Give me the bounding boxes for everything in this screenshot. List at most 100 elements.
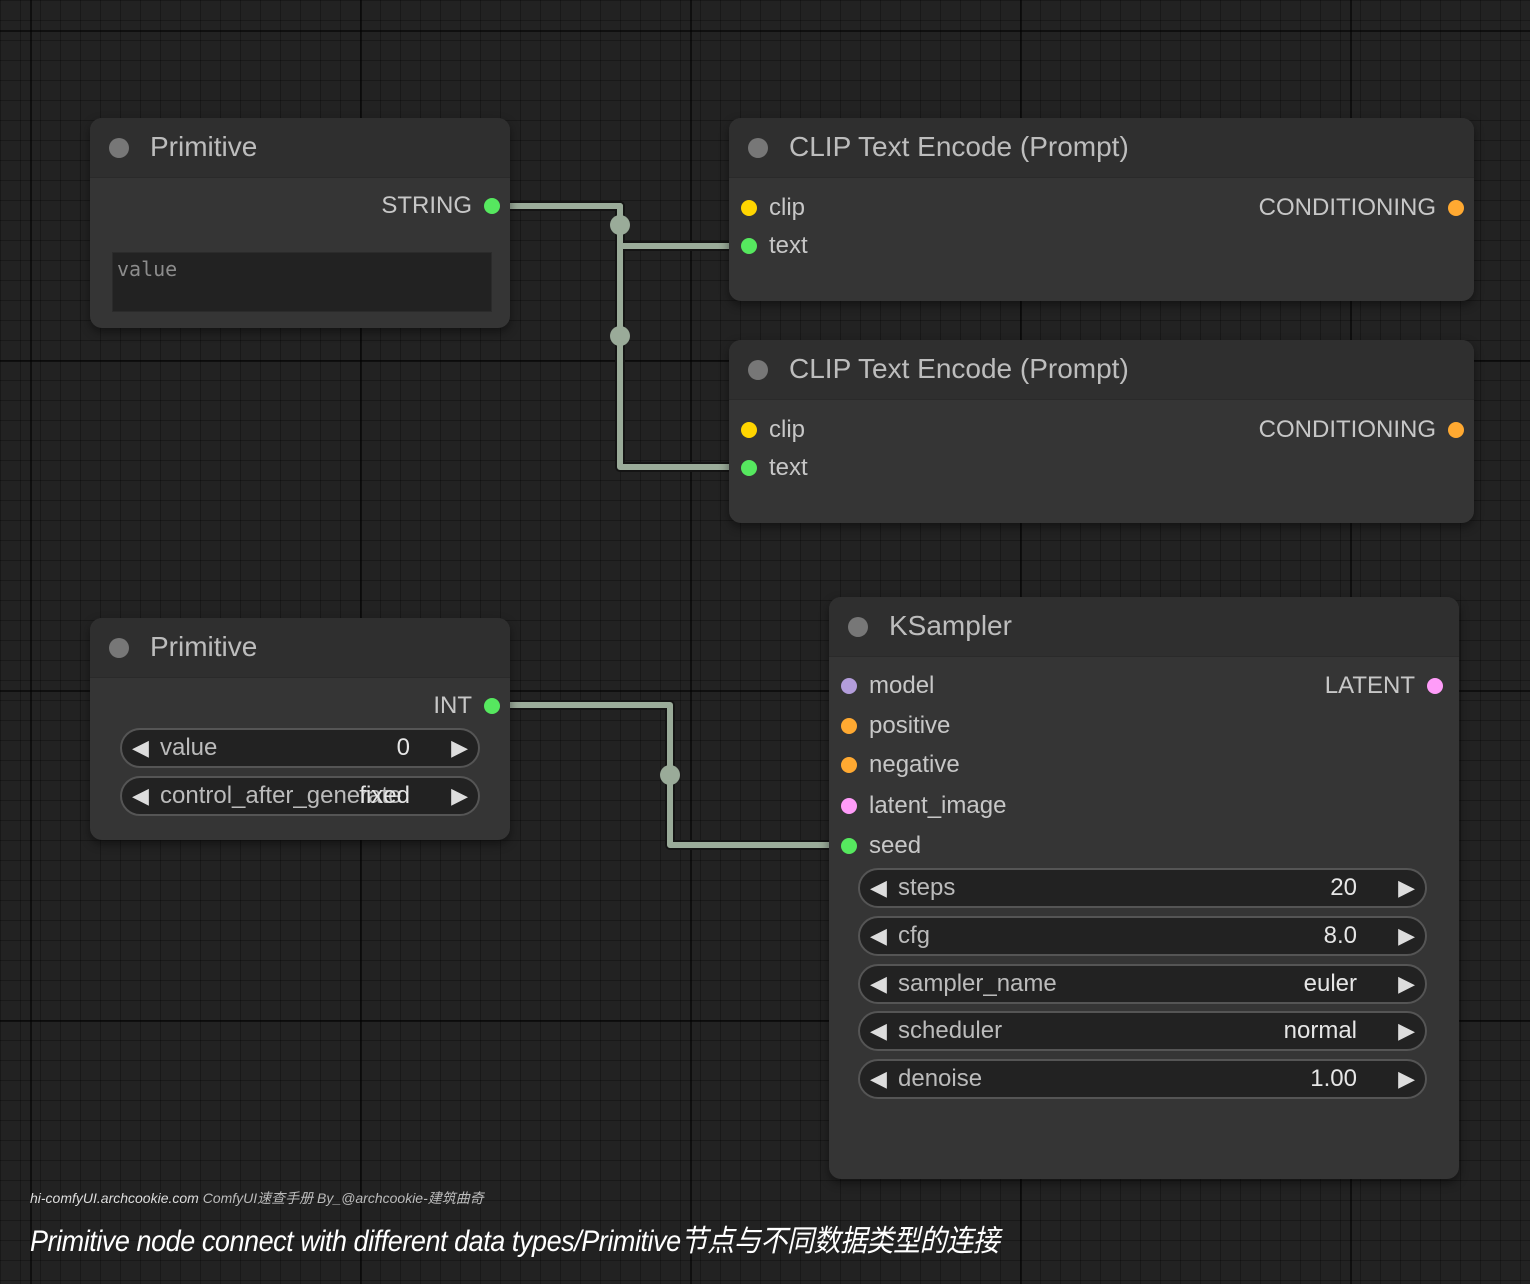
collapse-dot-icon[interactable]: [848, 617, 868, 637]
negative-slot-icon[interactable]: [841, 757, 857, 773]
output-label: CONDITIONING: [1258, 194, 1436, 221]
node-header[interactable]: KSampler: [829, 597, 1459, 657]
node-title: KSampler: [889, 610, 1012, 641]
input-slot-latent-image[interactable]: latent_image: [841, 791, 1061, 821]
node-title: CLIP Text Encode (Prompt): [789, 131, 1129, 162]
node-header[interactable]: CLIP Text Encode (Prompt): [729, 118, 1474, 178]
increment-arrow-icon[interactable]: ▶: [1398, 1061, 1415, 1097]
increment-arrow-icon[interactable]: ▶: [1398, 966, 1415, 1002]
input-label: clip: [769, 194, 806, 221]
link-int-to-seed: [500, 700, 841, 850]
string-slot-icon[interactable]: [484, 198, 500, 214]
clip-slot-icon[interactable]: [741, 200, 757, 216]
positive-slot-icon[interactable]: [841, 718, 857, 734]
input-slot-model[interactable]: model: [841, 671, 1061, 701]
increment-arrow-icon[interactable]: ▶: [451, 730, 468, 766]
conditioning-slot-icon[interactable]: [1448, 200, 1464, 216]
output-slot-int[interactable]: INT: [300, 691, 500, 721]
text-slot-icon[interactable]: [741, 238, 757, 254]
link-string-to-text-2: [500, 201, 741, 472]
output-slot-latent[interactable]: LATENT: [1243, 671, 1443, 701]
clip-slot-icon[interactable]: [741, 422, 757, 438]
decrement-arrow-icon[interactable]: ◀: [870, 1061, 887, 1097]
control-after-generate-widget[interactable]: ◀ control_after_generate fixed ▶: [120, 776, 480, 816]
conditioning-slot-icon[interactable]: [1448, 422, 1464, 438]
decrement-arrow-icon[interactable]: ◀: [132, 730, 149, 766]
widget-value: 1.00: [1310, 1065, 1357, 1092]
output-slot-conditioning[interactable]: CONDITIONING: [1204, 415, 1464, 445]
output-slot-conditioning[interactable]: CONDITIONING: [1204, 193, 1464, 223]
primitive-int-node[interactable]: Primitive INT ◀ value 0 ▶ ◀ control_afte…: [90, 618, 510, 840]
footer-credit-text: ComfyUI速查手册 By_@archcookie-建筑曲奇: [202, 1190, 484, 1206]
collapse-dot-icon[interactable]: [748, 360, 768, 380]
increment-arrow-icon[interactable]: ▶: [1398, 870, 1415, 906]
scheduler-widget[interactable]: ◀ scheduler normal ▶: [858, 1011, 1427, 1051]
collapse-dot-icon[interactable]: [748, 138, 768, 158]
steps-widget[interactable]: ◀ steps 20 ▶: [858, 868, 1427, 908]
decrement-arrow-icon[interactable]: ◀: [870, 1013, 887, 1049]
input-label: negative: [869, 751, 960, 778]
clip-text-encode-node-1[interactable]: CLIP Text Encode (Prompt) clip text COND…: [729, 118, 1474, 301]
input-label: text: [769, 232, 808, 259]
cfg-widget[interactable]: ◀ cfg 8.0 ▶: [858, 916, 1427, 956]
input-label: clip: [769, 416, 806, 443]
decrement-arrow-icon[interactable]: ◀: [870, 966, 887, 1002]
widget-name: denoise: [898, 1065, 983, 1092]
input-slot-clip[interactable]: clip: [741, 415, 941, 445]
widget-value: fixed: [359, 782, 410, 809]
latent-slot-icon[interactable]: [841, 798, 857, 814]
input-label: text: [769, 454, 808, 481]
widget-value: 20: [1330, 874, 1357, 901]
value-widget[interactable]: ◀ value 0 ▶: [120, 728, 480, 768]
output-label: LATENT: [1324, 672, 1415, 699]
primitive-string-node[interactable]: Primitive STRING value: [90, 118, 510, 328]
denoise-widget[interactable]: ◀ denoise 1.00 ▶: [858, 1059, 1427, 1099]
input-label: model: [869, 672, 935, 699]
output-label: INT: [433, 692, 472, 719]
output-slot-string[interactable]: STRING: [300, 191, 500, 221]
footer-caption: Primitive node connect with different da…: [30, 1225, 1000, 1258]
node-title: Primitive: [150, 631, 258, 662]
increment-arrow-icon[interactable]: ▶: [1398, 1013, 1415, 1049]
node-title: CLIP Text Encode (Prompt): [789, 353, 1129, 384]
decrement-arrow-icon[interactable]: ◀: [132, 778, 149, 814]
node-header[interactable]: CLIP Text Encode (Prompt): [729, 340, 1474, 400]
widget-value: 0: [396, 734, 410, 761]
footer-site-link[interactable]: hi-comfyUI.archcookie.com: [30, 1190, 199, 1206]
input-slot-text[interactable]: text: [741, 453, 941, 483]
value-textarea[interactable]: value: [112, 252, 492, 312]
latent-output-slot-icon[interactable]: [1427, 678, 1443, 694]
widget-value: 8.0: [1323, 922, 1357, 949]
node-header[interactable]: Primitive: [90, 118, 510, 178]
seed-slot-icon[interactable]: [841, 838, 857, 854]
node-header[interactable]: Primitive: [90, 618, 510, 678]
footer-credit: hi-comfyUI.archcookie.com ComfyUI速查手册 By…: [30, 1188, 484, 1208]
link-midpoint-2: [610, 326, 630, 346]
widget-name: steps: [898, 874, 956, 901]
decrement-arrow-icon[interactable]: ◀: [870, 870, 887, 906]
link-midpoint-1: [610, 215, 630, 235]
widget-value: normal: [1283, 1017, 1357, 1044]
link-midpoint-3: [660, 765, 680, 785]
int-slot-icon[interactable]: [484, 698, 500, 714]
widget-name: scheduler: [898, 1017, 1003, 1044]
output-label: CONDITIONING: [1258, 416, 1436, 443]
collapse-dot-icon[interactable]: [109, 638, 129, 658]
input-slot-text[interactable]: text: [741, 231, 941, 261]
decrement-arrow-icon[interactable]: ◀: [870, 918, 887, 954]
increment-arrow-icon[interactable]: ▶: [451, 778, 468, 814]
collapse-dot-icon[interactable]: [109, 138, 129, 158]
widget-name: cfg: [898, 922, 931, 949]
widget-name: sampler_name: [898, 970, 1057, 997]
input-slot-seed[interactable]: seed: [841, 831, 1061, 861]
input-label: latent_image: [869, 792, 1007, 819]
input-slot-negative[interactable]: negative: [841, 750, 1061, 780]
model-slot-icon[interactable]: [841, 678, 857, 694]
ksampler-node[interactable]: KSampler model positive negative latent_…: [829, 597, 1459, 1179]
increment-arrow-icon[interactable]: ▶: [1398, 918, 1415, 954]
clip-text-encode-node-2[interactable]: CLIP Text Encode (Prompt) clip text COND…: [729, 340, 1474, 523]
input-slot-positive[interactable]: positive: [841, 711, 1061, 741]
input-slot-clip[interactable]: clip: [741, 193, 941, 223]
text-slot-icon[interactable]: [741, 460, 757, 476]
sampler-name-widget[interactable]: ◀ sampler_name euler ▶: [858, 964, 1427, 1004]
